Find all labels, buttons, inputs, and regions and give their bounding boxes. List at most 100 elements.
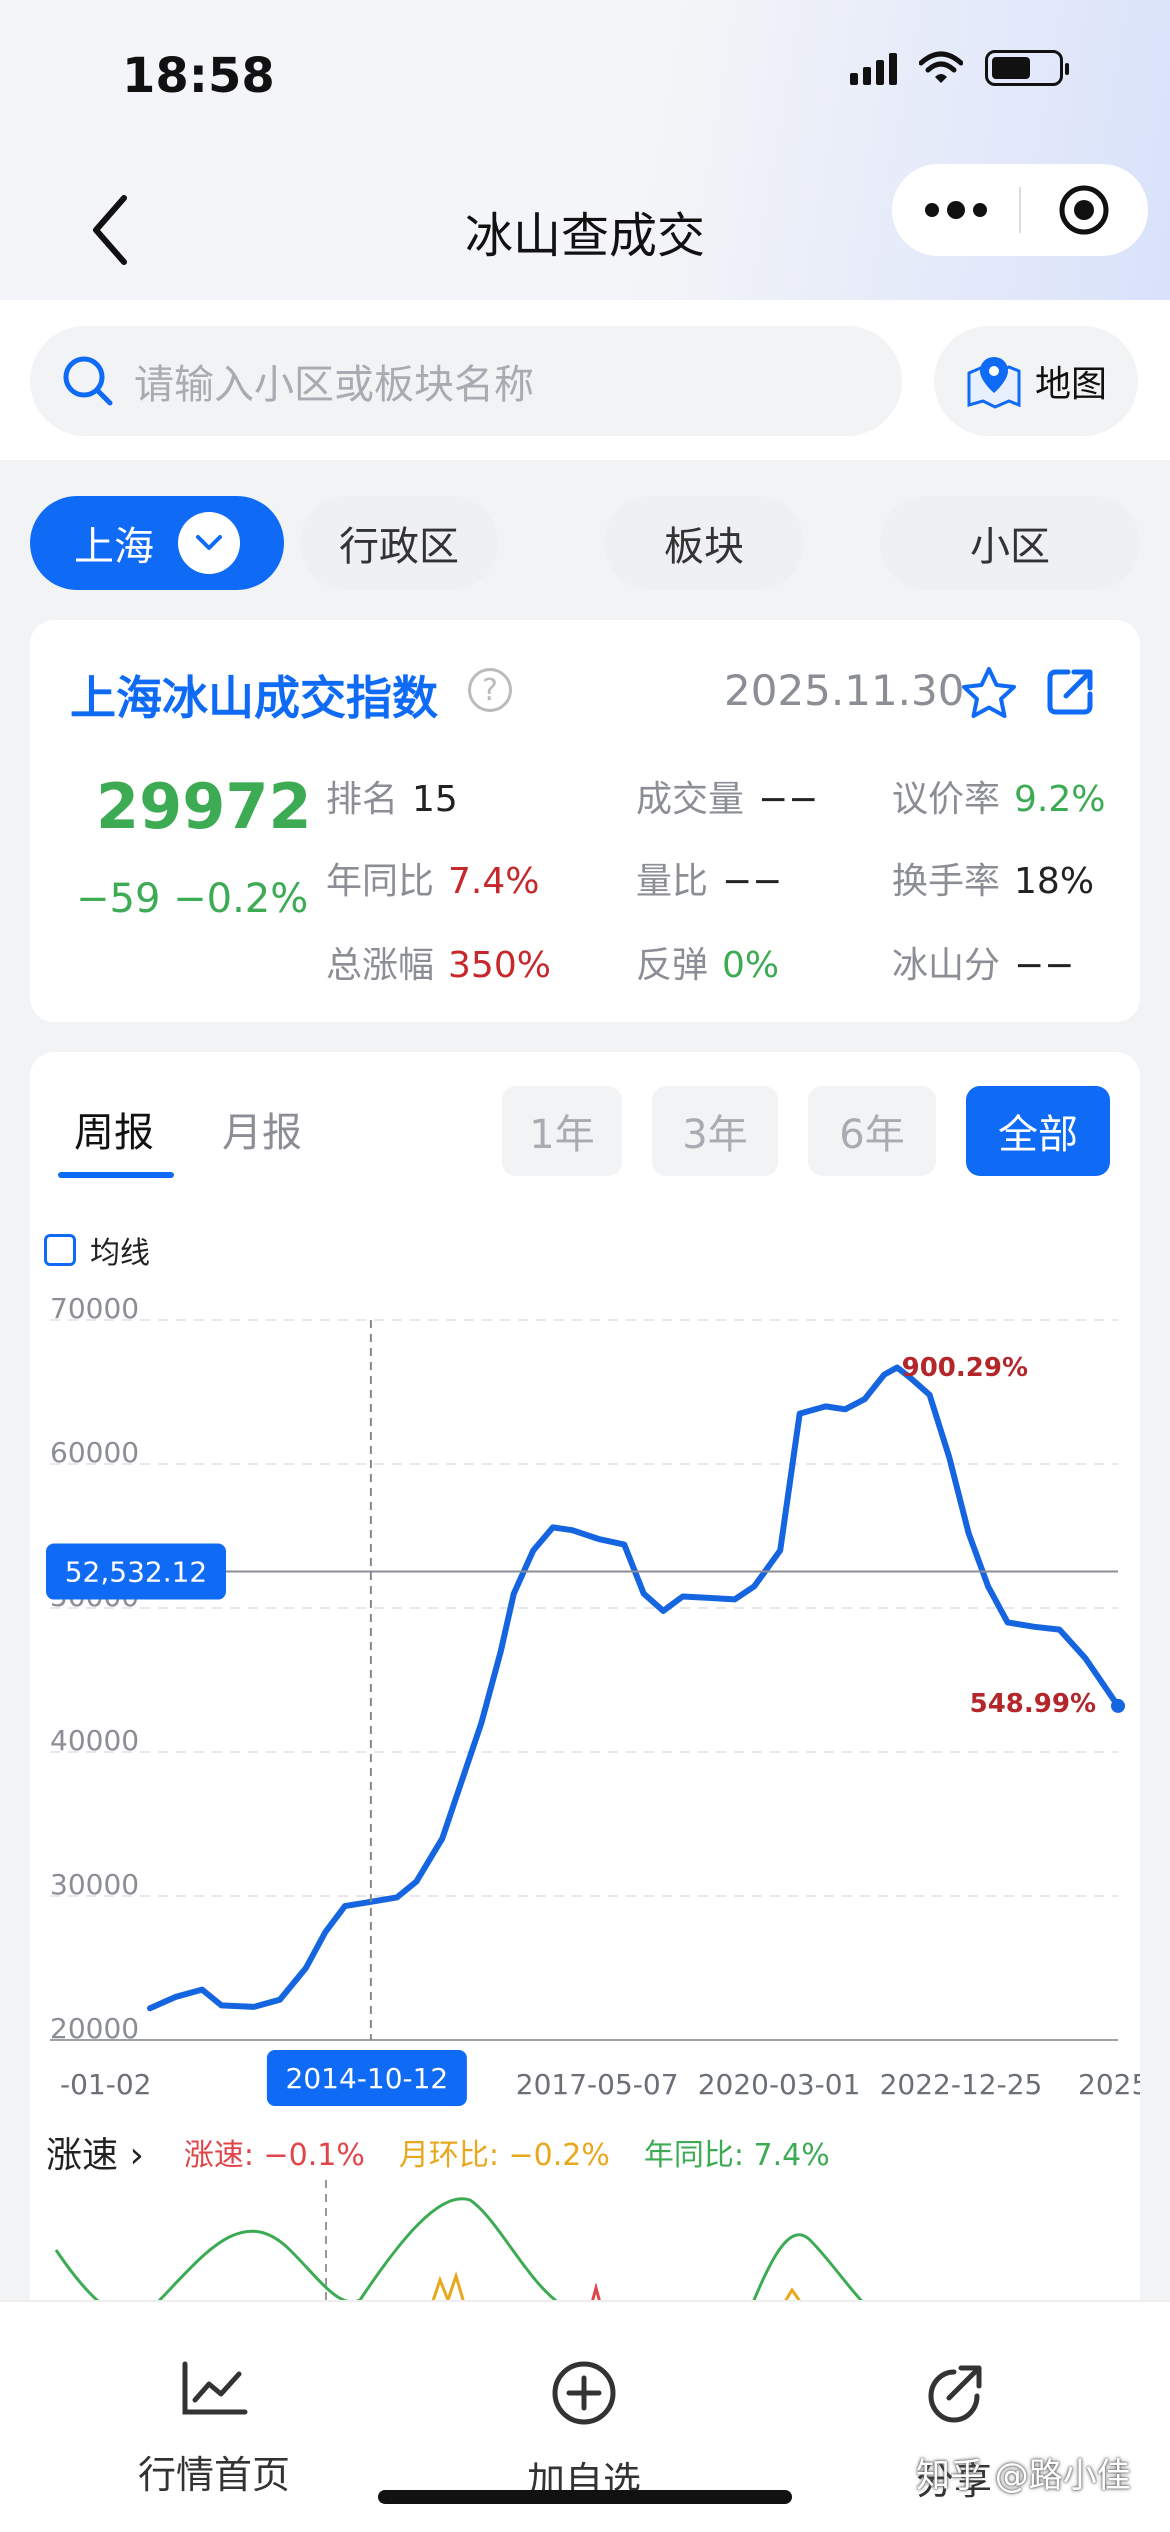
chart-line-icon — [182, 2361, 248, 2415]
tab-community[interactable]: 小区 — [880, 496, 1140, 590]
stat-label: 冰山分 — [892, 945, 1001, 986]
stat-value: 7.4% — [448, 861, 540, 902]
tab-city[interactable]: 上海 — [30, 496, 284, 590]
x-tick-label: 2017-05-07 — [516, 2068, 679, 2101]
map-label: 地图 — [1034, 364, 1107, 405]
star-icon[interactable] — [958, 664, 1020, 724]
map-button[interactable]: 地图 — [934, 326, 1138, 436]
crosshair-x-label: 2014-10-12 — [286, 2062, 449, 2095]
index-line-chart[interactable]: 700006000050000400003000020000-01-022017… — [30, 1280, 1140, 2120]
stat-label: 排名 — [326, 779, 399, 820]
tab-block[interactable]: 板块 — [604, 496, 804, 590]
stat-value: 350% — [448, 945, 551, 986]
status-time: 18:58 — [122, 48, 275, 104]
tab-weekly[interactable]: 周报 — [74, 1100, 154, 1158]
y-tick-label: 30000 — [50, 1868, 139, 1901]
tab-district[interactable]: 行政区 — [300, 496, 498, 590]
tab-block-label: 板块 — [664, 524, 744, 570]
stat-label: 换手率 — [892, 861, 1001, 902]
stat-value: 9.2% — [1014, 779, 1106, 820]
stat-label: 成交量 — [636, 779, 745, 820]
annotation-label: 548.99% — [970, 1689, 1096, 1719]
stat-3: 年同比 7.4% — [326, 852, 539, 904]
stat-2: 议价率 9.2% — [892, 770, 1105, 822]
speed-value: 涨速: −0.1% — [183, 2138, 365, 2173]
search-icon — [63, 356, 113, 406]
nav-market-home[interactable]: 行情首页 — [94, 2360, 334, 2499]
more-dots-icon — [924, 201, 987, 219]
index-change: −59 −0.2% — [76, 876, 309, 922]
stat-4: 量比 −− — [636, 852, 782, 904]
speed-label[interactable]: 涨速 › — [46, 2126, 144, 2178]
help-icon[interactable]: ? — [468, 668, 512, 712]
wifi-icon — [919, 51, 963, 83]
stat-label: 议价率 — [892, 779, 1001, 820]
moving-average-label: 均线 — [90, 1236, 150, 1271]
stat-value: 15 — [412, 779, 458, 820]
cellular-signal-icon — [850, 51, 897, 85]
stat-6: 总涨幅 350% — [326, 936, 551, 988]
nav-market-home-label: 行情首页 — [137, 2453, 290, 2497]
y-tick-label: 70000 — [50, 1292, 139, 1325]
speed-label-text: 涨速 — [46, 2135, 119, 2176]
index-value: 29972 — [96, 770, 312, 843]
stat-1: 成交量 −− — [636, 770, 818, 822]
home-indicator — [378, 2490, 792, 2504]
stat-8: 冰山分 −− — [892, 936, 1074, 988]
index-title: 上海冰山成交指数 — [70, 671, 438, 725]
stat-value: −− — [1014, 945, 1075, 986]
last-point — [1111, 1698, 1125, 1713]
speed-mini-chart — [54, 2180, 872, 2310]
nav-add-watchlist[interactable]: 加自选 — [464, 2360, 704, 2505]
crosshair-y-label: 52,532.12 — [65, 1556, 208, 1589]
x-tick-label: 2020-03-01 — [698, 2068, 861, 2101]
stat-label: 总涨幅 — [326, 945, 435, 986]
add-circle-icon — [552, 2361, 616, 2425]
mini-program-capsule — [892, 164, 1148, 256]
watermark: 知乎 @路小佳 — [916, 2456, 1131, 2496]
annotation-label: 900.29% — [902, 1353, 1028, 1383]
stat-value: 0% — [722, 945, 780, 986]
y-tick-label: 40000 — [50, 1724, 139, 1757]
stat-value: −− — [722, 861, 783, 902]
share-icon — [928, 2365, 982, 2423]
stat-value: 18% — [1014, 861, 1095, 902]
status-icons — [850, 50, 1069, 86]
stat-0: 排名 15 — [326, 770, 458, 822]
tab-weekly-underline — [58, 1172, 174, 1178]
map-icon — [967, 357, 1021, 409]
y-tick-label: 60000 — [50, 1436, 139, 1469]
stat-value: −− — [758, 779, 819, 820]
x-tick-label: 2025-1 — [1078, 2068, 1140, 2101]
speed-row: 涨速 › 涨速: −0.1% 月环比: −0.2% 年同比: 7.4% — [46, 2126, 864, 2178]
tab-district-label: 行政区 — [339, 524, 459, 570]
tab-monthly[interactable]: 月报 — [222, 1100, 302, 1158]
search-placeholder: 请输入小区或板块名称 — [134, 362, 534, 408]
chevron-down-icon — [178, 512, 240, 574]
search-input[interactable]: 请输入小区或板块名称 — [30, 326, 902, 436]
target-close-icon — [1059, 185, 1109, 235]
period-3y[interactable]: 3年 — [652, 1086, 778, 1176]
close-program-button[interactable] — [1021, 164, 1148, 256]
share-link-icon[interactable] — [1042, 664, 1098, 720]
stat-label: 量比 — [636, 861, 709, 902]
stat-label: 反弹 — [636, 945, 709, 986]
moving-average-toggle[interactable]: 均线 — [44, 1228, 150, 1272]
year-change-value: 年同比: 7.4% — [643, 2138, 830, 2173]
month-change-value: 月环比: −0.2% — [398, 2138, 610, 2173]
tab-city-label: 上海 — [74, 524, 154, 570]
y-tick-label: 20000 — [50, 2012, 139, 2045]
battery-icon — [985, 50, 1069, 86]
period-all[interactable]: 全部 — [966, 1086, 1110, 1176]
stat-5: 换手率 18% — [892, 852, 1094, 904]
x-tick-label: 2022-12-25 — [880, 2068, 1043, 2101]
stat-label: 年同比 — [326, 861, 435, 902]
more-menu-button[interactable] — [892, 164, 1019, 256]
period-6y[interactable]: 6年 — [808, 1086, 936, 1176]
x-tick-label: -01-02 — [60, 2068, 151, 2101]
period-1y[interactable]: 1年 — [502, 1086, 622, 1176]
tab-community-label: 小区 — [970, 524, 1050, 570]
stat-7: 反弹 0% — [636, 936, 779, 988]
index-date: 2025.11.30 — [724, 666, 965, 715]
checkbox[interactable] — [44, 1234, 76, 1266]
